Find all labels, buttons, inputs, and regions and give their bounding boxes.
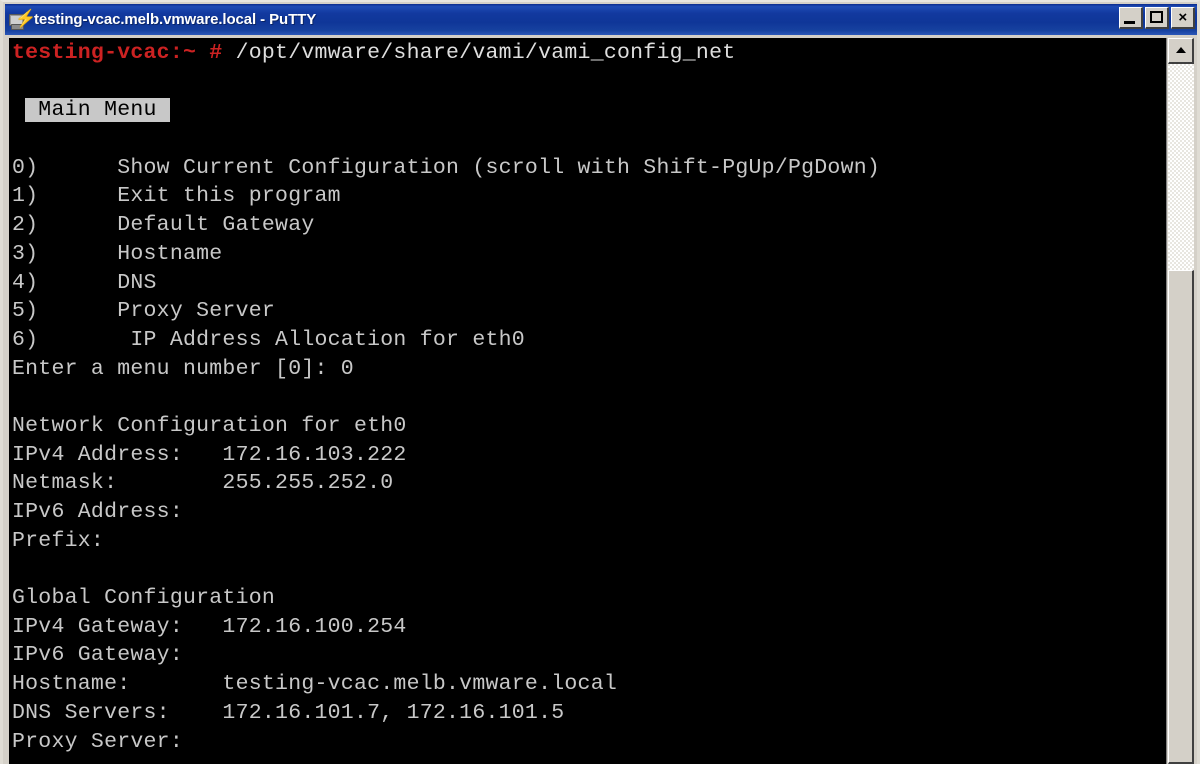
- network-row-prefix: Prefix:: [12, 528, 105, 553]
- window-controls: ×: [1119, 7, 1195, 29]
- close-icon: ×: [1178, 9, 1187, 26]
- network-row-ipv4-address: IPv4 Address: 172.16.103.222: [12, 442, 407, 467]
- menu-item-6: 6) IP Address Allocation for eth0: [12, 327, 525, 352]
- global-row-proxy-server: Proxy Server:: [12, 729, 183, 754]
- global-row-ipv4-gateway: IPv4 Gateway: 172.16.100.254: [12, 614, 407, 639]
- menu-item-3: 3) Hostname: [12, 241, 223, 266]
- putty-icon: ⚡: [8, 10, 36, 30]
- menu-item-1: 1) Exit this program: [12, 184, 341, 209]
- minimize-button[interactable]: [1119, 7, 1143, 29]
- minimize-icon: [1124, 21, 1135, 24]
- terminal-line-blank-1: [12, 68, 1166, 97]
- network-row-ipv6-address: IPv6 Address:: [12, 500, 183, 524]
- terminal-line-blank-4: [12, 555, 1166, 584]
- menu-item-0: 0) Show Current Configuration (scroll wi…: [12, 155, 881, 180]
- shell-command: /opt/vmware/share/vami/vami_config_net: [222, 41, 736, 65]
- terminal-line-blank-2: [12, 125, 1166, 154]
- terminal-screen[interactable]: testing-vcac:~ # /opt/vmware/share/vami/…: [9, 38, 1166, 764]
- putty-window: ⚡ testing-vcac.melb.vmware.local - PuTTY…: [0, 0, 1200, 764]
- main-menu-heading: Main Menu: [25, 98, 170, 123]
- network-row-netmask: Netmask: 255.255.252.0: [12, 471, 394, 496]
- terminal-content: testing-vcac:~ # /opt/vmware/share/vami/…: [12, 39, 1166, 764]
- global-row-hostname: Hostname: testing-vcac.melb.vmware.local: [12, 672, 617, 697]
- menu-number-prompt: Enter a menu number [0]: 0: [12, 356, 354, 381]
- global-row-ipv6-gateway: IPv6 Gateway:: [12, 643, 183, 668]
- maximize-button[interactable]: [1145, 7, 1169, 29]
- global-config-title: Global Configuration: [12, 586, 276, 611]
- menu-item-5: 5) Proxy Server: [12, 299, 276, 324]
- global-row-dns-servers: DNS Servers: 172.16.101.7, 172.16.101.5: [12, 700, 565, 725]
- menu-item-4: 4) DNS: [12, 270, 157, 295]
- terminal-scrollbar[interactable]: [1166, 38, 1194, 764]
- terminal-line-blank-3: [12, 383, 1166, 412]
- menu-item-2: 2) Default Gateway: [12, 213, 315, 238]
- close-button[interactable]: ×: [1171, 7, 1195, 29]
- maximize-icon: [1150, 11, 1163, 23]
- network-config-title: Network Configuration for eth0: [12, 413, 407, 438]
- scrollbar-thumb[interactable]: [1168, 270, 1194, 764]
- window-titlebar[interactable]: ⚡ testing-vcac.melb.vmware.local - PuTTY…: [5, 4, 1197, 35]
- terminal-line-menu-header: Main Menu: [12, 96, 1166, 125]
- window-title: testing-vcac.melb.vmware.local - PuTTY: [34, 11, 317, 28]
- shell-prompt: testing-vcac:~ #: [12, 41, 223, 65]
- terminal-line-prompt: testing-vcac:~ # /opt/vmware/share/vami/…: [12, 39, 1166, 68]
- scroll-up-button[interactable]: [1168, 38, 1194, 64]
